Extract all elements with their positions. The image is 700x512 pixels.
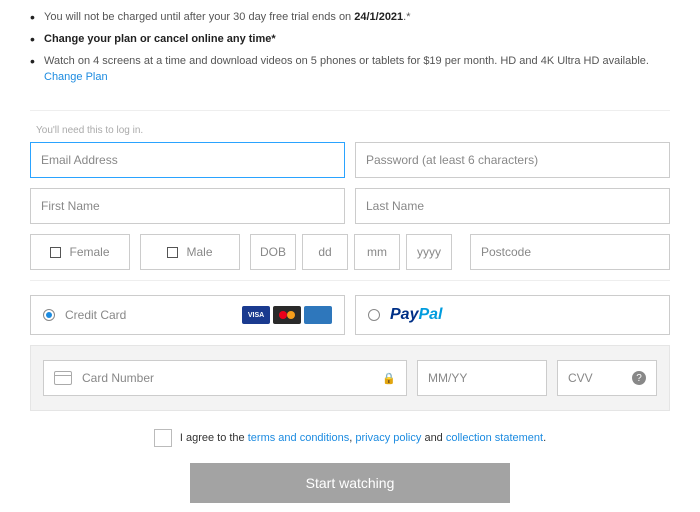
checkbox-icon — [167, 247, 178, 258]
dob-day-field[interactable]: dd — [302, 234, 348, 270]
info-list: You will not be charged until after your… — [30, 0, 670, 102]
card-cvv-field[interactable]: CVV ? — [557, 360, 657, 396]
mastercard-icon — [273, 306, 301, 324]
dob-month-field[interactable]: mm — [354, 234, 400, 270]
terms-link[interactable]: terms and conditions — [248, 432, 350, 444]
agree-row: I agree to the terms and conditions, pri… — [30, 429, 670, 447]
visa-icon: VISA — [242, 306, 270, 324]
info-item: Change your plan or cancel online any ti… — [30, 28, 670, 50]
checkbox-icon — [50, 247, 61, 258]
postcode-field[interactable]: Postcode — [470, 234, 670, 270]
help-icon[interactable]: ? — [632, 371, 646, 385]
trial-end-date: 24/1/2021 — [354, 11, 403, 23]
info-item: Watch on 4 screens at a time and downloa… — [30, 50, 670, 88]
payment-paypal-option[interactable]: PayPal — [355, 295, 670, 335]
start-watching-button[interactable]: Start watching — [190, 463, 510, 503]
card-details-panel: Card Number 🔒 MM/YY CVV ? — [30, 345, 670, 411]
agree-checkbox[interactable] — [154, 429, 172, 447]
login-hint: You'll need this to log in. — [30, 125, 670, 136]
password-field[interactable]: Password (at least 6 characters) — [355, 142, 670, 178]
amex-icon — [304, 306, 332, 324]
divider — [30, 280, 670, 281]
dob-label: DOB — [250, 234, 296, 270]
card-number-field[interactable]: Card Number 🔒 — [43, 360, 407, 396]
last-name-field[interactable]: Last Name — [355, 188, 670, 224]
dob-year-field[interactable]: yyyy — [406, 234, 452, 270]
info-item: You will not be charged until after your… — [30, 6, 670, 28]
gender-male-option[interactable]: Male — [140, 234, 240, 270]
first-name-field[interactable]: First Name — [30, 188, 345, 224]
privacy-link[interactable]: privacy policy — [355, 432, 421, 444]
email-field[interactable]: Email Address — [30, 142, 345, 178]
radio-icon — [43, 309, 55, 321]
card-icon — [54, 371, 72, 385]
gender-female-option[interactable]: Female — [30, 234, 130, 270]
card-expiry-field[interactable]: MM/YY — [417, 360, 547, 396]
collection-link[interactable]: collection statement — [446, 432, 543, 444]
change-plan-link[interactable]: Change Plan — [44, 71, 108, 83]
payment-credit-card-option[interactable]: Credit Card VISA — [30, 295, 345, 335]
radio-icon — [368, 309, 380, 321]
lock-icon: 🔒 — [382, 372, 396, 385]
paypal-icon: PayPal — [390, 306, 442, 324]
divider — [30, 110, 670, 111]
